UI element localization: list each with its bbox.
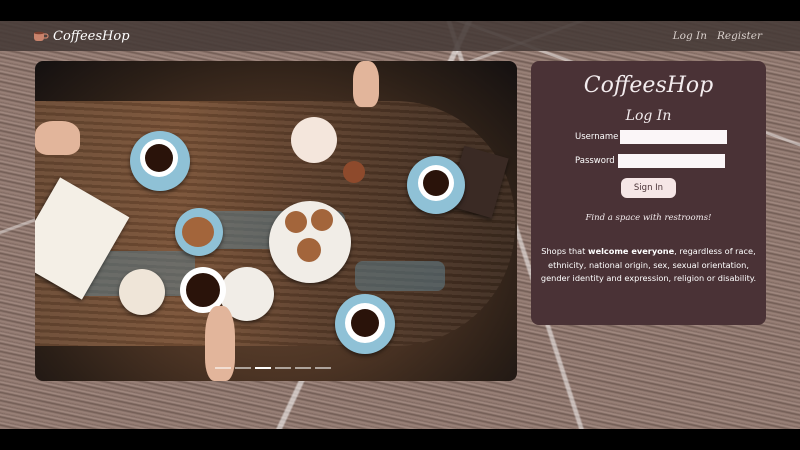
register-link[interactable]: Register (717, 30, 762, 42)
sign-in-button[interactable]: Sign In (620, 178, 677, 198)
password-label: Password (575, 156, 615, 166)
navbar: CoffeesHop Log In Register (0, 21, 800, 51)
description: Shops that welcome everyone, regardless … (537, 245, 760, 286)
username-row: Username (575, 130, 766, 144)
carousel-indicator[interactable] (275, 367, 291, 369)
login-card: CoffeesHop Log In Username Password Sign… (531, 61, 766, 325)
carousel-indicator-active[interactable] (255, 367, 271, 369)
username-label: Username (575, 132, 619, 142)
tagline: Find a space with restrooms! (585, 213, 712, 223)
brand[interactable]: CoffeesHop (33, 29, 130, 44)
login-heading: Log In (625, 108, 672, 124)
carousel-indicator[interactable] (235, 367, 251, 369)
page-background: CoffeesHop Log In Register CoffeesHop Lo… (0, 21, 800, 429)
password-row: Password (575, 154, 766, 168)
hero-carousel[interactable] (35, 61, 517, 381)
password-input[interactable] (617, 154, 725, 168)
carousel-indicator[interactable] (215, 367, 231, 369)
brand-name: CoffeesHop (53, 28, 130, 44)
carousel-indicator[interactable] (295, 367, 311, 369)
card-title: CoffeesHop (583, 73, 714, 98)
coffee-cup-icon (34, 31, 49, 41)
nav-links: Log In Register (663, 30, 762, 42)
carousel-indicators (215, 367, 331, 369)
description-emphasis: welcome everyone (588, 246, 675, 256)
username-input[interactable] (620, 130, 728, 144)
carousel-indicator[interactable] (315, 367, 331, 369)
login-link[interactable]: Log In (673, 30, 707, 42)
description-text: Shops that (541, 246, 588, 256)
